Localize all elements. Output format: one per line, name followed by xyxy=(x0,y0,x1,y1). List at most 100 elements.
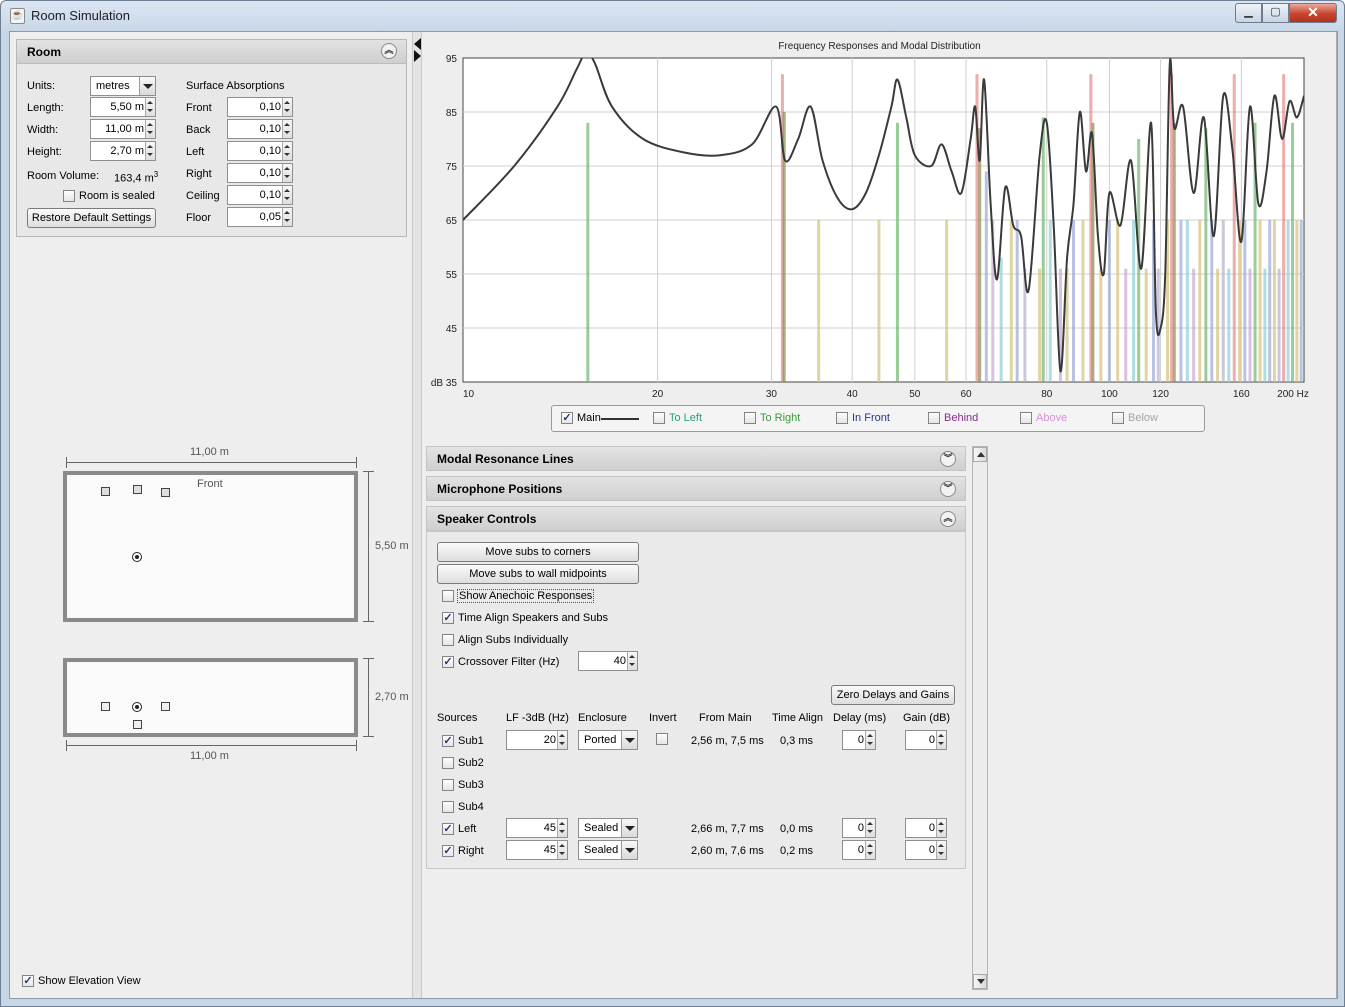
collapse-up-icon[interactable]: ︽ xyxy=(381,43,397,59)
legend-main-checkbox[interactable]: ✓ xyxy=(561,412,573,424)
collapse-up-icon[interactable]: ︽ xyxy=(940,511,956,527)
align-individually-checkbox[interactable] xyxy=(442,634,454,646)
absorption-spinner-front[interactable]: 0,10 xyxy=(227,97,293,117)
legend-in-front-checkbox[interactable] xyxy=(836,412,848,424)
modal-line xyxy=(1132,220,1136,382)
microphone-marker[interactable] xyxy=(132,552,142,562)
expand-down-icon[interactable]: ︾ xyxy=(940,481,956,497)
maximize-button[interactable]: ▢ xyxy=(1262,3,1289,23)
length-label: Length: xyxy=(27,102,64,114)
scroll-up-icon[interactable] xyxy=(973,447,987,462)
x-tick-label: 50 xyxy=(909,389,921,400)
legend-above-checkbox[interactable] xyxy=(1020,412,1032,424)
left-checkbox[interactable]: ✓ xyxy=(442,823,454,835)
height-spinner[interactable]: 2,70 m xyxy=(90,141,156,161)
split-pane-divider[interactable] xyxy=(412,32,422,998)
plan-width-label: 11,00 m xyxy=(190,446,229,458)
expand-right-icon[interactable] xyxy=(414,50,421,62)
chevron-down-icon[interactable] xyxy=(139,77,155,95)
left-delay-spinner[interactable]: 0 xyxy=(842,818,876,838)
left-speaker-elevation-marker[interactable] xyxy=(101,702,110,711)
modal-line xyxy=(1124,268,1128,382)
right-speaker-marker[interactable] xyxy=(161,488,170,497)
show-elevation-checkbox[interactable]: ✓ xyxy=(22,975,34,987)
room-sealed-label: Room is sealed xyxy=(79,190,155,202)
left-speaker-marker[interactable] xyxy=(101,487,110,496)
frequency-response-chart[interactable]: 10 20 30 40 50 60 80 100 120 160 200 Hz 95 85 75 65 55 4… xyxy=(422,32,1337,402)
legend-below-checkbox[interactable] xyxy=(1112,412,1124,424)
sub3-checkbox[interactable] xyxy=(442,779,454,791)
right-speaker-elevation-marker[interactable] xyxy=(161,702,170,711)
move-subs-midpoints-button[interactable]: Move subs to wall midpoints xyxy=(437,564,639,584)
units-select[interactable]: metres xyxy=(90,76,156,96)
volume-value: 163,4 m3 xyxy=(114,170,159,185)
sub1-delay-spinner[interactable]: 0 xyxy=(842,730,876,750)
legend-to-right-checkbox[interactable] xyxy=(744,412,756,424)
vertical-scrollbar[interactable] xyxy=(972,446,988,990)
x-tick-label: 30 xyxy=(766,389,778,400)
sub1-marker[interactable] xyxy=(133,485,142,494)
sub1-enclosure-select[interactable]: Ported xyxy=(578,730,638,750)
room-elevation-view[interactable] xyxy=(63,658,358,737)
length-spinner[interactable]: 5,50 m xyxy=(90,97,156,117)
absorption-spinner-back[interactable]: 0,10 xyxy=(227,119,293,139)
chevron-down-icon[interactable] xyxy=(621,841,637,859)
modal-line xyxy=(1048,220,1052,382)
microphone-elevation-marker[interactable] xyxy=(132,702,142,712)
right-gain-spinner[interactable]: 0 xyxy=(905,840,947,860)
crossover-spinner[interactable]: 40 xyxy=(578,651,638,671)
collapse-left-icon[interactable] xyxy=(414,38,421,50)
y-tick-label: 95 xyxy=(446,54,458,65)
sub1-gain-spinner[interactable]: 0 xyxy=(905,730,947,750)
room-plan-view[interactable]: Front xyxy=(63,471,358,622)
sub1-invert-checkbox[interactable] xyxy=(656,733,668,745)
room-panel-header[interactable]: Room ︽ xyxy=(17,40,406,64)
right-checkbox[interactable]: ✓ xyxy=(442,845,454,857)
restore-defaults-button[interactable]: Restore Default Settings xyxy=(27,208,156,228)
move-subs-corners-button[interactable]: Move subs to corners xyxy=(437,542,639,562)
zero-delays-gains-button[interactable]: Zero Delays and Gains xyxy=(831,685,955,705)
sub4-checkbox[interactable] xyxy=(442,801,454,813)
modal-resonance-section-header[interactable]: Modal Resonance Lines ︾ xyxy=(426,446,966,471)
modal-line xyxy=(1210,220,1214,382)
right-lf-spinner[interactable]: 45 xyxy=(506,840,568,860)
sub2-checkbox[interactable] xyxy=(442,757,454,769)
absorption-spinner-left[interactable]: 0,10 xyxy=(227,141,293,161)
left-enclosure-select[interactable]: Sealed xyxy=(578,818,638,838)
right-delay-spinner[interactable]: 0 xyxy=(842,840,876,860)
header-delay: Delay (ms) xyxy=(833,712,887,724)
room-sealed-checkbox[interactable] xyxy=(63,190,75,202)
left-lf-spinner[interactable]: 45 xyxy=(506,818,568,838)
y-tick-label: 75 xyxy=(446,162,458,173)
expand-down-icon[interactable]: ︾ xyxy=(940,451,956,467)
absorption-spinner-right[interactable]: 0,10 xyxy=(227,163,293,183)
speaker-controls-section-header[interactable]: Speaker Controls ︽ xyxy=(426,506,966,531)
absorption-label-back: Back xyxy=(186,124,211,136)
delay-value: 0 xyxy=(857,734,864,746)
close-button[interactable]: ✕ xyxy=(1289,3,1337,23)
right-enclosure-select[interactable]: Sealed xyxy=(578,840,638,860)
crossover-checkbox[interactable]: ✓ xyxy=(442,656,454,668)
sub1-checkbox[interactable]: ✓ xyxy=(442,735,454,747)
sub1-elevation-marker[interactable] xyxy=(133,720,142,729)
sub1-time-align: 0,3 ms xyxy=(780,735,814,747)
legend-to-left-checkbox[interactable] xyxy=(653,412,665,424)
width-spinner[interactable]: 11,00 m xyxy=(90,119,156,139)
modal-line xyxy=(1179,220,1183,382)
chevron-down-icon[interactable] xyxy=(621,819,637,837)
length-value: 5,50 m xyxy=(110,101,144,113)
absorption-spinner-ceiling[interactable]: 0,10 xyxy=(227,185,293,205)
minimize-button[interactable]: ▁ xyxy=(1235,3,1262,23)
microphone-positions-section-header[interactable]: Microphone Positions ︾ xyxy=(426,476,966,501)
modal-line xyxy=(1072,220,1076,382)
scroll-down-icon[interactable] xyxy=(973,974,987,989)
title-bar[interactable]: ☕ Room Simulation ▁ ▢ ✕ xyxy=(1,1,1344,31)
time-align-checkbox[interactable]: ✓ xyxy=(442,612,454,624)
modal-line xyxy=(895,122,899,383)
legend-behind-checkbox[interactable] xyxy=(928,412,940,424)
chevron-down-icon[interactable] xyxy=(621,731,637,749)
absorption-spinner-floor[interactable]: 0,05 xyxy=(227,207,293,227)
anechoic-checkbox[interactable] xyxy=(442,590,454,602)
left-gain-spinner[interactable]: 0 xyxy=(905,818,947,838)
sub1-lf-spinner[interactable]: 20 xyxy=(506,730,568,750)
